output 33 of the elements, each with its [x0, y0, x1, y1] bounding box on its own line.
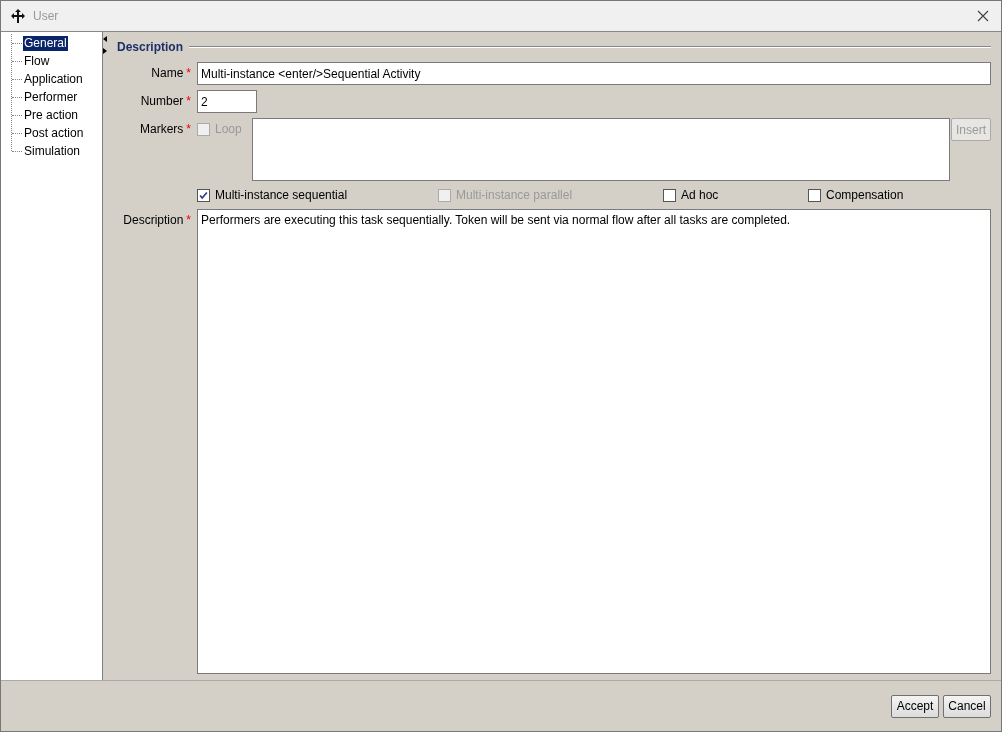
field-label: Markers: [140, 122, 184, 136]
tree-item[interactable]: Simulation: [23, 143, 82, 159]
dialog-button[interactable]: Cancel: [943, 694, 991, 718]
checkbox[interactable]: Compensation: [808, 188, 991, 202]
required-mark: *: [186, 213, 191, 227]
section-title: Description: [117, 40, 183, 54]
field-label: Number: [140, 94, 184, 108]
checkbox[interactable]: Ad hoc: [663, 188, 808, 202]
tree-item[interactable]: Post action: [23, 125, 85, 141]
tree-item[interactable]: Performer: [23, 89, 79, 105]
required-mark: *: [186, 94, 191, 108]
name-field[interactable]: Multi-instance <enter/>Sequential Activity: [197, 62, 991, 85]
checkbox[interactable]: Multi-instance sequential: [197, 188, 438, 202]
expand-arrow-icon[interactable]: [103, 48, 107, 54]
checkbox: Loop: [197, 122, 242, 136]
collapse-arrow-icon[interactable]: [103, 36, 107, 42]
field-label: Name: [151, 66, 184, 80]
required-mark: *: [186, 66, 191, 80]
close-icon[interactable]: [977, 10, 989, 22]
check-icon: [198, 189, 209, 201]
markers-list[interactable]: [251, 118, 950, 181]
dialog-button[interactable]: Accept: [891, 694, 939, 718]
tree-item[interactable]: Application: [23, 71, 84, 87]
description-field[interactable]: Performers are executing this task sequentially. Token will be sent via normal flow after all tasks are completed.: [197, 209, 991, 674]
checkbox: Multi-instance parallel: [438, 188, 663, 202]
tree-item[interactable]: Flow: [23, 53, 51, 69]
move-arrows-icon: [11, 9, 25, 23]
field-label: Description: [123, 213, 184, 227]
window-title: User: [33, 9, 60, 23]
tree-item[interactable]: General: [23, 35, 68, 51]
tree-item[interactable]: Pre action: [23, 107, 80, 123]
number-field[interactable]: 2: [197, 90, 257, 113]
required-mark: *: [186, 122, 191, 136]
